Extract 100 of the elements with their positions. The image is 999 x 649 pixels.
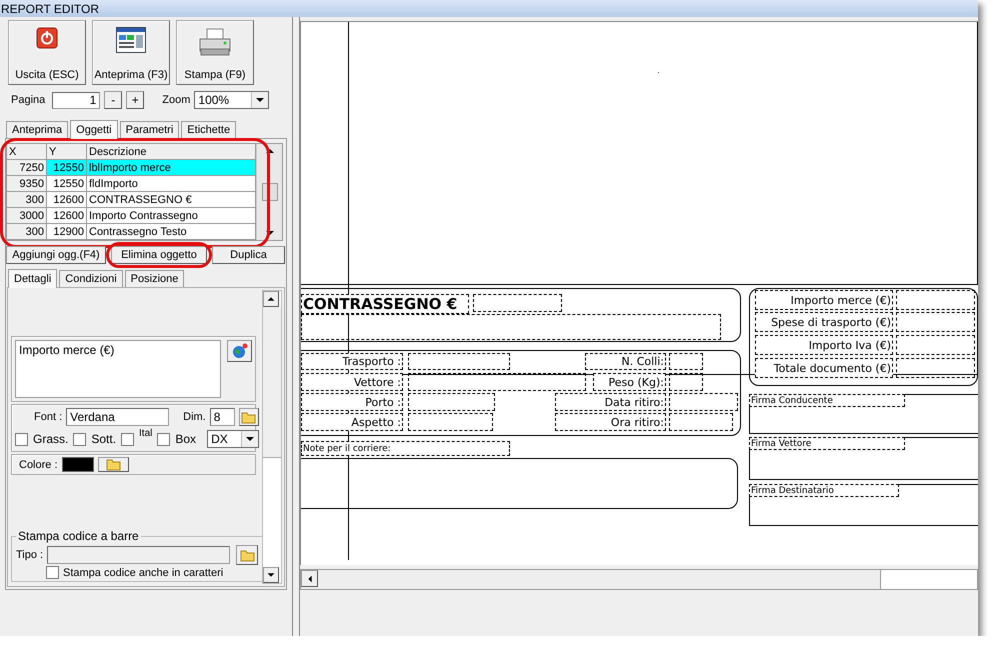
toolbar-button[interactable]: Anteprima (F3) bbox=[92, 20, 170, 85]
report-label[interactable]: Importo merce (€) bbox=[755, 290, 893, 310]
group-title: Stampa codice a barre bbox=[17, 529, 140, 543]
alignment-dropdown[interactable]: DX bbox=[207, 430, 260, 448]
report-field[interactable] bbox=[473, 294, 562, 312]
report-label[interactable]: Vettore : bbox=[301, 373, 403, 391]
previous-page-button[interactable]: - bbox=[104, 91, 122, 109]
text-area[interactable]: Importo merce (€) bbox=[15, 340, 221, 398]
globe-icon bbox=[232, 343, 248, 359]
column-header[interactable]: Y bbox=[47, 144, 87, 160]
report-label[interactable]: Spese di trasporto (€) bbox=[755, 312, 893, 332]
table-cell: 12600 bbox=[47, 208, 87, 224]
column-header[interactable]: X bbox=[7, 144, 47, 160]
tab[interactable]: Condizioni bbox=[59, 270, 123, 287]
report-field[interactable] bbox=[408, 373, 586, 391]
tab[interactable]: Anteprima bbox=[6, 121, 68, 138]
zoom-label: Zoom bbox=[162, 94, 190, 106]
color-swatch[interactable] bbox=[62, 457, 94, 472]
report-field[interactable] bbox=[896, 312, 975, 332]
report-label[interactable]: Totale documento (€) bbox=[755, 358, 893, 378]
checkbox-label: Sott. bbox=[91, 432, 116, 446]
column-header[interactable]: Descrizione bbox=[87, 144, 256, 160]
printer-icon bbox=[198, 27, 232, 57]
table-cell: CONTRASSEGNO € bbox=[87, 192, 256, 208]
signature-frame[interactable]: Firma Conducente bbox=[749, 394, 978, 434]
tab[interactable]: Oggetti bbox=[70, 120, 118, 139]
scroll-thumb[interactable] bbox=[880, 570, 977, 589]
checkbox-label: Box bbox=[175, 432, 196, 446]
signature-frame[interactable]: Firma Destinatario bbox=[749, 484, 978, 526]
font-button[interactable] bbox=[238, 408, 259, 426]
rounded-frame[interactable] bbox=[301, 288, 741, 342]
toolbar-button[interactable]: Stampa (F9) bbox=[176, 20, 254, 85]
dropdown-caret-icon bbox=[251, 92, 268, 108]
checkbox[interactable] bbox=[73, 432, 86, 446]
report-field[interactable] bbox=[896, 290, 975, 310]
tab[interactable]: Posizione bbox=[124, 270, 184, 287]
rounded-frame[interactable] bbox=[301, 458, 738, 509]
type-button[interactable] bbox=[236, 545, 258, 565]
folder-icon bbox=[106, 458, 121, 471]
report-field[interactable] bbox=[896, 358, 975, 378]
scroll-down-button[interactable] bbox=[263, 567, 279, 583]
tab[interactable]: Dettagli bbox=[8, 269, 58, 288]
table-cell: 12550 bbox=[47, 160, 87, 176]
rounded-frame[interactable] bbox=[749, 288, 978, 386]
object-button[interactable]: Duplica bbox=[212, 246, 285, 264]
report-label[interactable]: Ora ritiro: bbox=[555, 413, 666, 431]
scroll-left-button[interactable] bbox=[301, 570, 318, 587]
folder-icon bbox=[240, 548, 255, 562]
report-label[interactable]: Firma Destinatario bbox=[749, 484, 899, 497]
report-field[interactable] bbox=[408, 353, 510, 370]
report-field[interactable] bbox=[669, 373, 703, 391]
checkbox-label: Ital bbox=[139, 428, 152, 438]
object-button[interactable]: Elimina oggetto bbox=[111, 246, 207, 264]
signature-frame[interactable]: Firma Vettore bbox=[749, 437, 978, 480]
globe-button[interactable] bbox=[227, 340, 252, 362]
report-field[interactable] bbox=[669, 413, 733, 431]
checkbox[interactable] bbox=[15, 432, 28, 446]
report-field[interactable] bbox=[669, 393, 738, 411]
report-field[interactable] bbox=[408, 393, 495, 411]
tab[interactable]: Parametri bbox=[120, 121, 180, 138]
report-canvas[interactable] bbox=[300, 21, 978, 565]
scroll-up-button[interactable] bbox=[263, 291, 279, 307]
report-field[interactable] bbox=[669, 353, 703, 370]
report-field[interactable] bbox=[408, 413, 493, 431]
checkbox[interactable] bbox=[157, 432, 170, 446]
report-label[interactable]: Porto : bbox=[301, 393, 403, 411]
tab[interactable]: Etichette bbox=[181, 121, 236, 138]
horizontal-scrollbar[interactable] bbox=[300, 569, 978, 590]
report-label[interactable]: Aspetto : bbox=[301, 413, 403, 431]
color-button[interactable] bbox=[98, 457, 129, 472]
window-title: REPORT EDITOR bbox=[0, 2, 100, 16]
size-field[interactable]: 8 bbox=[210, 408, 235, 426]
report-label[interactable]: Importo Iva (€) bbox=[755, 335, 893, 355]
report-field[interactable] bbox=[896, 335, 975, 355]
checkbox-label: Grass. bbox=[33, 432, 68, 446]
scroll-thumb[interactable] bbox=[263, 307, 281, 458]
table-cell: Importo Contrassegno bbox=[87, 208, 256, 224]
object-button[interactable]: Aggiungi ogg.(F4) bbox=[6, 246, 106, 264]
report-label[interactable]: Firma Vettore bbox=[749, 437, 905, 450]
report-label[interactable]: Peso (Kg): bbox=[593, 373, 666, 391]
table-cell: 300 bbox=[7, 224, 47, 240]
report-label[interactable]: N. Colli: bbox=[585, 353, 666, 370]
table-cell: 12900 bbox=[47, 224, 87, 240]
report-label[interactable]: Note per il corriere: bbox=[301, 441, 510, 456]
report-label[interactable]: Data ritiro: bbox=[555, 393, 666, 411]
checkbox[interactable] bbox=[46, 566, 59, 579]
zoom-dropdown[interactable]: 100% bbox=[194, 91, 270, 109]
next-page-button[interactable]: + bbox=[126, 91, 144, 109]
toolbar-button[interactable]: Uscita (ESC) bbox=[8, 20, 86, 85]
type-label: Tipo : bbox=[16, 549, 44, 561]
table-cell: 12550 bbox=[47, 176, 87, 192]
report-title[interactable]: CONTRASSEGNO € bbox=[301, 294, 469, 314]
page-field[interactable]: 1 bbox=[52, 92, 100, 108]
font-field[interactable]: Verdana bbox=[66, 408, 170, 426]
checkbox[interactable] bbox=[121, 432, 134, 446]
report-label[interactable]: Firma Conducente bbox=[749, 394, 905, 407]
color-label: Colore : bbox=[19, 458, 58, 470]
table-cell: 9350 bbox=[7, 176, 47, 192]
type-field[interactable] bbox=[47, 546, 230, 564]
report-label[interactable]: Trasporto : bbox=[301, 353, 403, 370]
